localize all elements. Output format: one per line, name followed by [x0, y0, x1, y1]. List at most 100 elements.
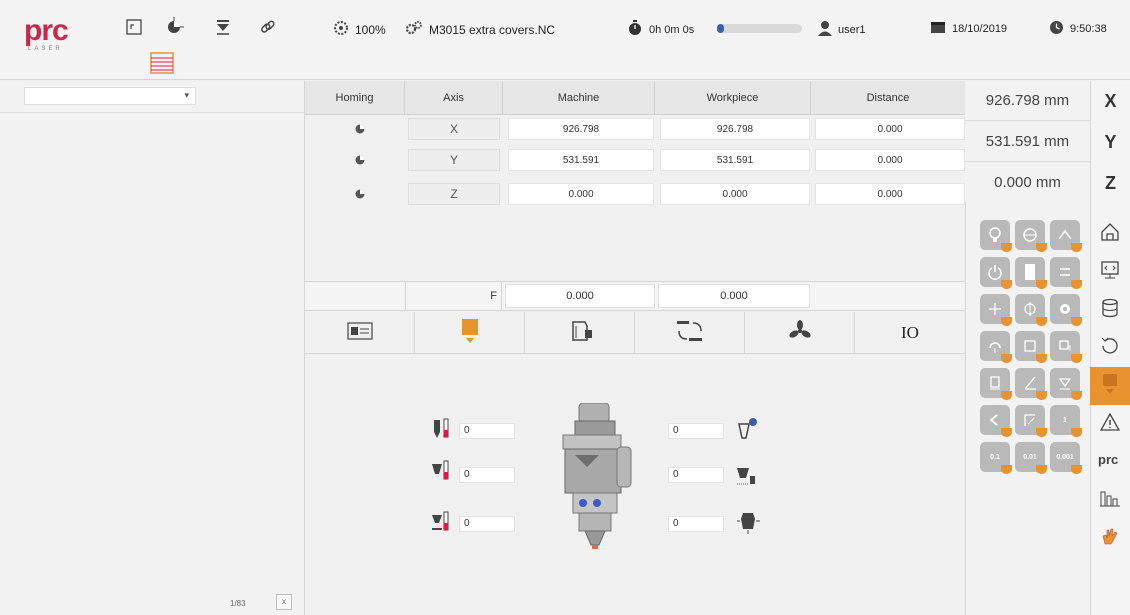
focus-sensor-icon	[430, 458, 456, 484]
distance-value: 0.000	[815, 183, 965, 205]
function-tabs: IO	[305, 312, 965, 354]
target-button[interactable]	[1050, 294, 1082, 326]
chevron-down-icon: ▾	[184, 90, 189, 100]
user-indicator[interactable]: user1	[818, 20, 866, 39]
link-icon[interactable]	[257, 16, 279, 38]
header-bar: prc LASER 100% M3015 extra covers.NC 0h …	[0, 0, 1130, 80]
axes-table-header: Homing Axis Machine Workpiece Distance	[305, 81, 965, 115]
gears-icon	[405, 20, 423, 39]
clock-indicator: 9:50:38	[1049, 20, 1107, 38]
y-axis-button[interactable]: Y	[1090, 122, 1130, 162]
move-back-button[interactable]	[980, 405, 1012, 437]
prc-logo: prc LASER	[24, 16, 84, 56]
elapsed-time: 0h 0m 0s	[649, 23, 695, 36]
home-target-icon[interactable]	[163, 16, 185, 38]
tab-cutting-head[interactable]	[415, 312, 525, 354]
column-axis: Axis	[405, 81, 503, 115]
statistics-nav[interactable]	[1090, 481, 1130, 519]
table-exchange-button[interactable]	[1050, 257, 1082, 289]
cutting-head-nav[interactable]	[1090, 367, 1130, 405]
head-value-right-3: 0	[668, 516, 724, 532]
step-0-01-label: 0.01	[1023, 453, 1037, 461]
head-down-button[interactable]	[980, 368, 1012, 400]
axis-label: Z	[408, 183, 500, 205]
monitor-code-icon	[1100, 260, 1120, 285]
machine-value: 0.000	[508, 183, 654, 205]
step-0-01-button[interactable]: 0.01	[1015, 442, 1047, 474]
function-grid: 1 0.1 0.01 0.001	[965, 202, 1090, 615]
step-one-label: 1	[1063, 416, 1067, 424]
calibration-button[interactable]	[980, 331, 1012, 363]
power-button[interactable]	[980, 257, 1012, 289]
date-indicator: 18/10/2019	[930, 20, 1007, 37]
workpiece-value: 926.798	[660, 118, 810, 140]
homing-icon[interactable]	[353, 187, 367, 201]
head-value-right-1: 0	[668, 423, 724, 439]
database-nav[interactable]	[1090, 291, 1130, 329]
tab-io[interactable]: IO	[855, 312, 965, 354]
pointer-laser-button[interactable]	[980, 220, 1012, 252]
nozzle-clean-button[interactable]	[1050, 220, 1082, 252]
workpiece-value: 0.000	[660, 183, 810, 205]
feed-workpiece-value: 0.000	[658, 284, 810, 308]
column-machine: Machine	[503, 81, 655, 115]
program-name: M3015 extra covers.NC	[429, 22, 556, 37]
head-up-button[interactable]	[1050, 331, 1082, 363]
center-button[interactable]	[1015, 294, 1047, 326]
file-select[interactable]: ▾	[24, 87, 196, 105]
step-0-001-button[interactable]: 0.001	[1050, 442, 1082, 474]
tab-exchange-table[interactable]	[635, 312, 745, 354]
laser-head-icon[interactable]	[212, 16, 234, 38]
protective-window-icon	[735, 416, 761, 442]
x-axis-button[interactable]: X	[1090, 81, 1130, 121]
history-nav[interactable]	[1090, 329, 1130, 367]
nozzle-sensor-icon	[430, 416, 456, 442]
head-value-right-2: 0	[668, 467, 724, 483]
step-0-1-button[interactable]: 0.1	[980, 442, 1012, 474]
jog-button[interactable]	[980, 294, 1012, 326]
manual-nav[interactable]	[1090, 519, 1130, 557]
calendar-icon	[930, 20, 946, 37]
reset-icon[interactable]	[123, 16, 145, 38]
program-nav[interactable]	[1090, 253, 1130, 291]
gas-button[interactable]	[1015, 220, 1047, 252]
home-nav[interactable]	[1090, 215, 1130, 253]
feed-label: F	[405, 282, 502, 310]
step-one-button[interactable]: 1	[1050, 405, 1082, 437]
rotate-icon	[1100, 336, 1120, 361]
tab-chiller[interactable]	[525, 312, 635, 354]
height-sensor-icon	[430, 509, 456, 535]
sheet-measure-button[interactable]	[1015, 331, 1047, 363]
homing-icon[interactable]	[353, 122, 367, 136]
spark-sensor-icon	[735, 509, 761, 535]
file-panel: ▾ 1/83 x	[0, 81, 305, 615]
pager-button[interactable]: x	[276, 594, 292, 610]
distance-value: 0.000	[815, 118, 965, 140]
alarms-nav[interactable]	[1090, 405, 1130, 443]
axis-label: X	[408, 118, 500, 140]
prc-nav[interactable]: prc	[1090, 443, 1130, 481]
bar-chart-icon	[1099, 489, 1121, 512]
axis-label: Y	[408, 149, 500, 171]
light-curtain-icon[interactable]	[149, 52, 175, 74]
head-value-left-3: 0	[459, 516, 515, 532]
feed-row: F 0.000 0.000	[305, 281, 965, 311]
zoom-indicator: 100%	[333, 20, 386, 39]
door-button[interactable]	[1015, 257, 1047, 289]
logo-text: prc	[24, 14, 69, 47]
edge-detect-button[interactable]	[1015, 405, 1047, 437]
svg-text:prc: prc	[1098, 452, 1118, 467]
stopwatch-icon	[627, 20, 643, 39]
homing-icon[interactable]	[353, 153, 367, 167]
chiller-icon	[567, 318, 593, 349]
tab-controller[interactable]	[305, 312, 415, 354]
tab-fan[interactable]	[745, 312, 855, 354]
z-axis-button[interactable]: Z	[1090, 163, 1130, 203]
home-icon	[1100, 222, 1120, 247]
program-indicator: M3015 extra covers.NC	[405, 20, 555, 39]
nozzle-down-button[interactable]	[1050, 368, 1082, 400]
angle-button[interactable]	[1015, 368, 1047, 400]
app-window: prc LASER 100% M3015 extra covers.NC 0h …	[0, 0, 1130, 615]
machine-value: 531.591	[508, 149, 654, 171]
gauge-icon	[333, 20, 349, 39]
